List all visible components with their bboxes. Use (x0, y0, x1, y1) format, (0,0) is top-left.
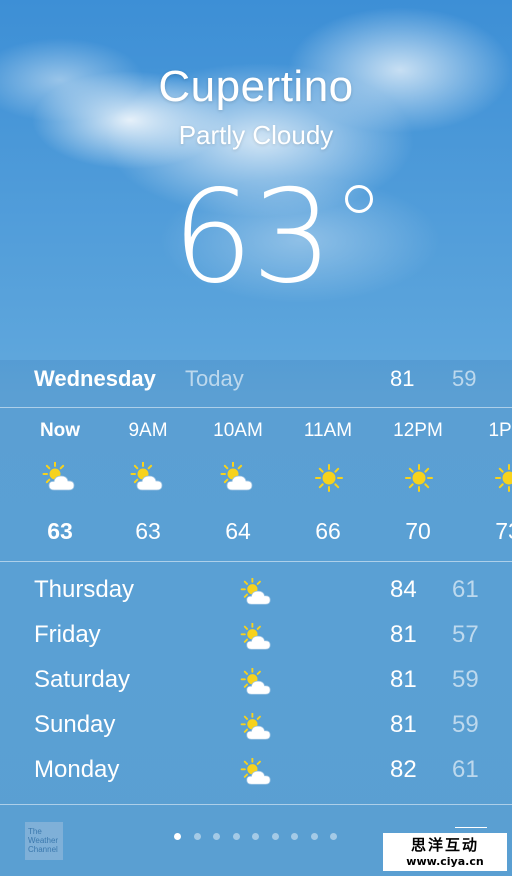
partly-cloudy-icon (130, 461, 168, 494)
page-dot[interactable] (232, 833, 240, 840)
sun-icon (310, 462, 348, 494)
logo-text-line: Weather (28, 836, 59, 845)
today-high: 81 (390, 366, 415, 391)
page-dot[interactable] (174, 833, 181, 840)
hourly-item: 11AM 66 (283, 410, 373, 560)
hourly-item: Now 63 (15, 410, 105, 560)
hourly-item: 1PM 73 (463, 410, 512, 560)
footer-bar: The Weather Channel 思洋互动 www.ciya.cn (0, 805, 512, 876)
daily-day-name: Thursday (34, 576, 135, 603)
page-dot[interactable] (193, 833, 201, 840)
partly-cloudy-icon (240, 757, 276, 788)
page-dot[interactable] (252, 833, 259, 840)
hourly-temperature: 64 (225, 518, 251, 544)
daily-low: 61 (452, 756, 479, 783)
hourly-item: 10AM 64 (193, 410, 283, 560)
hourly-temperature: 66 (315, 518, 341, 544)
daily-row-sunday: Sunday 81 59 (0, 705, 512, 749)
city-name: Cupertino (158, 62, 354, 111)
watermark-title: 思洋互动 (410, 836, 479, 854)
page-dot[interactable] (271, 833, 279, 840)
partly-cloudy-icon (220, 461, 258, 494)
today-label: Today (185, 366, 244, 391)
watermark-url: www.ciya.cn (406, 855, 484, 868)
weather-channel-logo[interactable]: The Weather Channel (25, 822, 63, 860)
hourly-temperature: 70 (405, 518, 431, 544)
partly-cloudy-icon (42, 461, 80, 494)
daily-row-saturday: Saturday 81 59 (0, 660, 512, 704)
daily-high: 81 (390, 621, 417, 648)
today-summary: Wednesday Today 81 59 (0, 362, 512, 398)
daily-day-name: Saturday (34, 666, 131, 693)
watermark: 思洋互动 www.ciya.cn (383, 833, 507, 871)
today-low: 59 (452, 366, 477, 391)
daily-day-name: Friday (34, 621, 101, 648)
hourly-time: 11AM (303, 420, 353, 441)
menu-bar (455, 827, 487, 828)
logo-text-line: The (28, 827, 42, 836)
current-temperature: 63 (172, 168, 333, 308)
sun-icon (490, 462, 512, 494)
degree-icon (345, 185, 373, 213)
partly-cloudy-icon (240, 712, 276, 743)
hourly-time: 9AM (128, 420, 168, 441)
page-dot[interactable] (330, 833, 337, 840)
daily-high: 81 (390, 711, 417, 738)
hourly-time: 1PM (488, 420, 512, 441)
hourly-temperature: 63 (47, 518, 73, 544)
daily-day-name: Monday (34, 756, 120, 783)
daily-row-friday: Friday 81 57 (0, 615, 512, 659)
hourly-forecast-strip[interactable]: Now 63 9AM 63 10AM 64 11AM 66 12PM 70 1PM 73 (0, 410, 512, 560)
partly-cloudy-icon (240, 667, 276, 698)
daily-high: 81 (390, 666, 417, 693)
hourly-item: 9AM 63 (103, 410, 193, 560)
hourly-temperature: 73 (495, 518, 512, 544)
hourly-temperature: 63 (135, 518, 161, 544)
daily-low: 57 (452, 621, 479, 648)
daily-forecast-list[interactable]: Thursday 84 61 Friday 81 57 Saturday 81 59 Sunday… (0, 570, 512, 800)
divider (0, 561, 512, 562)
today-day-name: Wednesday (34, 366, 156, 391)
page-dot[interactable] (310, 833, 318, 840)
partly-cloudy-icon (240, 622, 276, 653)
hourly-time: Now (39, 420, 81, 441)
hourly-time: 10AM (213, 420, 263, 441)
daily-day-name: Sunday (34, 711, 116, 738)
hourly-time: 12PM (393, 420, 443, 441)
daily-high: 82 (390, 756, 417, 783)
daily-low: 59 (452, 711, 479, 738)
daily-low: 61 (452, 576, 479, 603)
page-dot[interactable] (291, 833, 298, 840)
daily-low: 59 (452, 666, 479, 693)
hourly-item: 12PM 70 (373, 410, 463, 560)
daily-row-thursday: Thursday 84 61 (0, 570, 512, 614)
daily-row-monday: Monday 82 61 (0, 750, 512, 794)
current-temperature-value: 63 (172, 163, 333, 312)
weather-condition: Partly Cloudy (178, 120, 334, 150)
divider (0, 407, 512, 408)
partly-cloudy-icon (240, 577, 276, 608)
page-dot[interactable] (213, 833, 220, 840)
daily-high: 84 (390, 576, 417, 603)
sun-icon (400, 462, 438, 494)
logo-text-line: Channel (28, 845, 58, 854)
